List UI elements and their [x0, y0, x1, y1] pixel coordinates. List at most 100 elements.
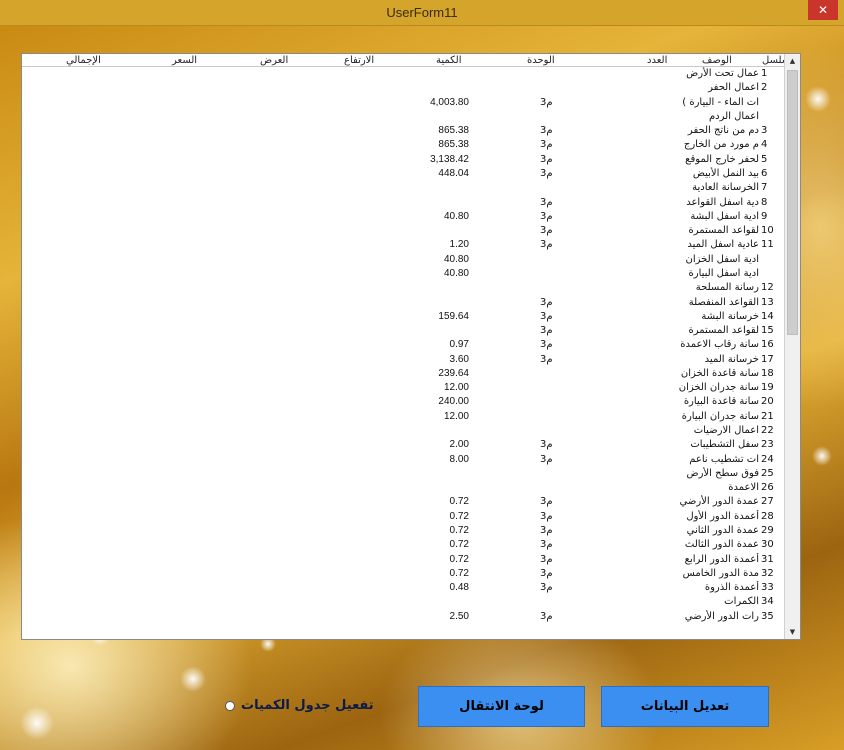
cell-description: اعمال الردم — [708, 110, 759, 122]
cell-description: عمدة الدور الثالث — [684, 539, 759, 551]
cell-description: سانة جدران الخزان — [678, 382, 759, 394]
sparkle-decoration — [812, 446, 832, 466]
table-row[interactable]: 16 سانة رقاب الاعمدة م3 0.97 — [22, 338, 786, 352]
table-row[interactable]: 20 سانة قاعدة البيارة 240.00 — [22, 395, 786, 409]
table-row[interactable]: 21 سانة جدران البيارة 12.00 — [22, 410, 786, 424]
table-row[interactable]: 3 دم من ناتج الحفر م3 865.38 — [22, 124, 786, 138]
form-background: المسلسل الوصف العدد الوحدة الكمية الارتف… — [0, 26, 844, 750]
table-row[interactable]: 17 خرسانة الميد م3 3.60 — [22, 353, 786, 367]
cell-quantity: 1.20 — [449, 239, 469, 251]
edit-data-button[interactable]: تعديل البيانات — [601, 686, 769, 727]
cell-quantity: 3.60 — [449, 353, 469, 365]
cell-description: عادية اسفل الميد — [687, 239, 759, 251]
navigation-panel-button[interactable]: لوحة الانتقال — [418, 686, 585, 727]
scrollbar-thumb[interactable] — [787, 70, 798, 335]
table-row[interactable]: 1 عمال تحت الأرض — [22, 67, 786, 81]
table-row[interactable]: 15 لقواعد المستمرة م3 — [22, 324, 786, 338]
table-row[interactable]: 33 أعمدة الذروة م3 0.48 — [22, 581, 786, 595]
table-row[interactable]: 14 خرسانة البشة م3 159.64 — [22, 310, 786, 324]
table-row[interactable]: ات الماء - البيارة ) م3 4,003.80 — [22, 96, 786, 110]
cell-quantity: 0.72 — [449, 510, 469, 522]
vertical-scrollbar[interactable]: ▲ ▼ — [784, 54, 800, 639]
table-row[interactable]: 22 اعمال الارضيات — [22, 424, 786, 438]
cell-serial: 2 — [761, 82, 768, 94]
cell-unit: م3 — [540, 125, 553, 137]
table-row[interactable]: ادية اسفل الخزان 40.80 — [22, 253, 786, 267]
cell-quantity: 2.50 — [449, 610, 469, 622]
activate-quantities-label: تفعيل جدول الكميات — [241, 698, 374, 713]
header-count: العدد — [647, 55, 668, 66]
cell-unit: م3 — [540, 610, 553, 622]
close-button[interactable]: ✕ — [808, 0, 838, 20]
cell-serial: 6 — [761, 167, 768, 179]
table-row[interactable]: 12 رسانة المسلحة — [22, 281, 786, 295]
table-row[interactable]: 19 سانة جدران الخزان 12.00 — [22, 381, 786, 395]
cell-serial: 4 — [761, 139, 768, 151]
table-row[interactable]: 6 بيد النمل الأبيض م3 448.04 — [22, 167, 786, 181]
cell-description: لقواعد المستمرة — [688, 225, 759, 237]
table-row[interactable]: 7 الخرسانة العادية — [22, 181, 786, 195]
table-row[interactable]: 28 أعمدة الدور الأول م3 0.72 — [22, 510, 786, 524]
cell-description: سانة جدران البيارة — [681, 410, 759, 422]
scroll-up-button[interactable]: ▲ — [785, 54, 800, 68]
cell-description: خرسانة البشة — [701, 310, 759, 322]
cell-unit: م3 — [540, 525, 553, 536]
quantities-listbox[interactable]: المسلسل الوصف العدد الوحدة الكمية الارتف… — [21, 53, 801, 640]
cell-description: سانة قاعدة البيارة — [683, 396, 759, 408]
table-row[interactable]: 11 عادية اسفل الميد م3 1.20 — [22, 238, 786, 252]
table-row[interactable]: 31 أعمدة الدور الرابع م3 0.72 — [22, 553, 786, 567]
table-row[interactable]: 5 لحفر خارج الموقع م3 3,138.42 — [22, 153, 786, 167]
cell-quantity: 865.38 — [438, 125, 469, 137]
cell-quantity: 40.80 — [443, 210, 469, 222]
table-row[interactable]: اعمال الردم — [22, 110, 786, 124]
table-row[interactable]: 2 اعمال الحفر — [22, 81, 786, 95]
cell-quantity: 0.72 — [449, 553, 469, 565]
cell-description: الخرسانة العادية — [692, 182, 759, 194]
cell-unit: م3 — [540, 96, 553, 108]
table-row[interactable]: ادية اسفل البيارة 40.80 — [22, 267, 786, 281]
cell-description: أعمدة الدور الرابع — [684, 553, 759, 565]
cell-description: عمال تحت الأرض — [686, 68, 759, 79]
table-row[interactable]: 25 فوق سطح الأرض — [22, 467, 786, 481]
table-row[interactable]: 9 ادية اسفل البشة م3 40.80 — [22, 210, 786, 224]
activate-quantities-radio[interactable] — [225, 700, 235, 711]
cell-unit: م3 — [540, 553, 553, 565]
cell-quantity: 0.72 — [449, 525, 469, 536]
table-row[interactable]: 30 عمدة الدور الثالث م3 0.72 — [22, 538, 786, 552]
scroll-down-button[interactable]: ▼ — [785, 625, 800, 639]
table-row[interactable]: 27 عمدة الدور الأرضي م3 0.72 — [22, 495, 786, 509]
sparkle-decoration — [805, 86, 831, 112]
cell-description: ادية اسفل البشة — [690, 210, 759, 222]
cell-serial: 29 — [761, 525, 774, 536]
table-row[interactable]: 18 سانة قاعدة الخزان 239.64 — [22, 367, 786, 381]
table-row[interactable]: 24 ات تشطيب ناعم م3 8.00 — [22, 453, 786, 467]
table-row[interactable]: 34 الكمرات — [22, 595, 786, 609]
table-row[interactable]: 13 القواعد المنفصلة م3 — [22, 296, 786, 310]
table-row[interactable]: 4م مورد من الخارج م3 865.38 — [22, 138, 786, 152]
cell-description: فوق سطح الأرض — [686, 467, 760, 479]
table-row[interactable]: 10 لقواعد المستمرة م3 — [22, 224, 786, 238]
cell-quantity: 0.72 — [449, 567, 469, 579]
table-row[interactable]: 8 دية اسفل القواعد م3 — [22, 196, 786, 210]
activate-quantities-option[interactable]: تفعيل جدول الكميات — [225, 698, 374, 713]
table-row[interactable]: 35 رات الدور الأرضي م3 2.50 — [22, 610, 786, 624]
cell-serial: 20 — [761, 396, 774, 408]
cell-unit: م3 — [540, 567, 553, 579]
cell-unit: م3 — [540, 453, 553, 465]
cell-serial: 1 — [761, 68, 768, 79]
cell-quantity: 3,138.42 — [430, 153, 469, 165]
cell-serial: 25 — [761, 467, 774, 479]
table-row[interactable]: 29 عمدة الدور الثاني م3 0.72 — [22, 524, 786, 538]
cell-unit: م3 — [540, 539, 553, 551]
header-unit: الوحدة — [527, 55, 555, 66]
cell-quantity: 12.00 — [443, 410, 469, 422]
table-row[interactable]: 26 الاعمدة — [22, 481, 786, 495]
cell-quantity: 239.64 — [438, 367, 469, 379]
cell-unit: م3 — [540, 582, 553, 594]
table-row[interactable]: 32 مدة الدور الخامس م3 0.72 — [22, 567, 786, 581]
header-price: السعر — [172, 55, 198, 66]
table-row[interactable]: 23 سفل التشطيبات م3 2.00 — [22, 438, 786, 452]
cell-serial: 28 — [761, 510, 774, 522]
sparkle-decoration — [20, 706, 54, 740]
cell-serial: 26 — [761, 482, 774, 494]
